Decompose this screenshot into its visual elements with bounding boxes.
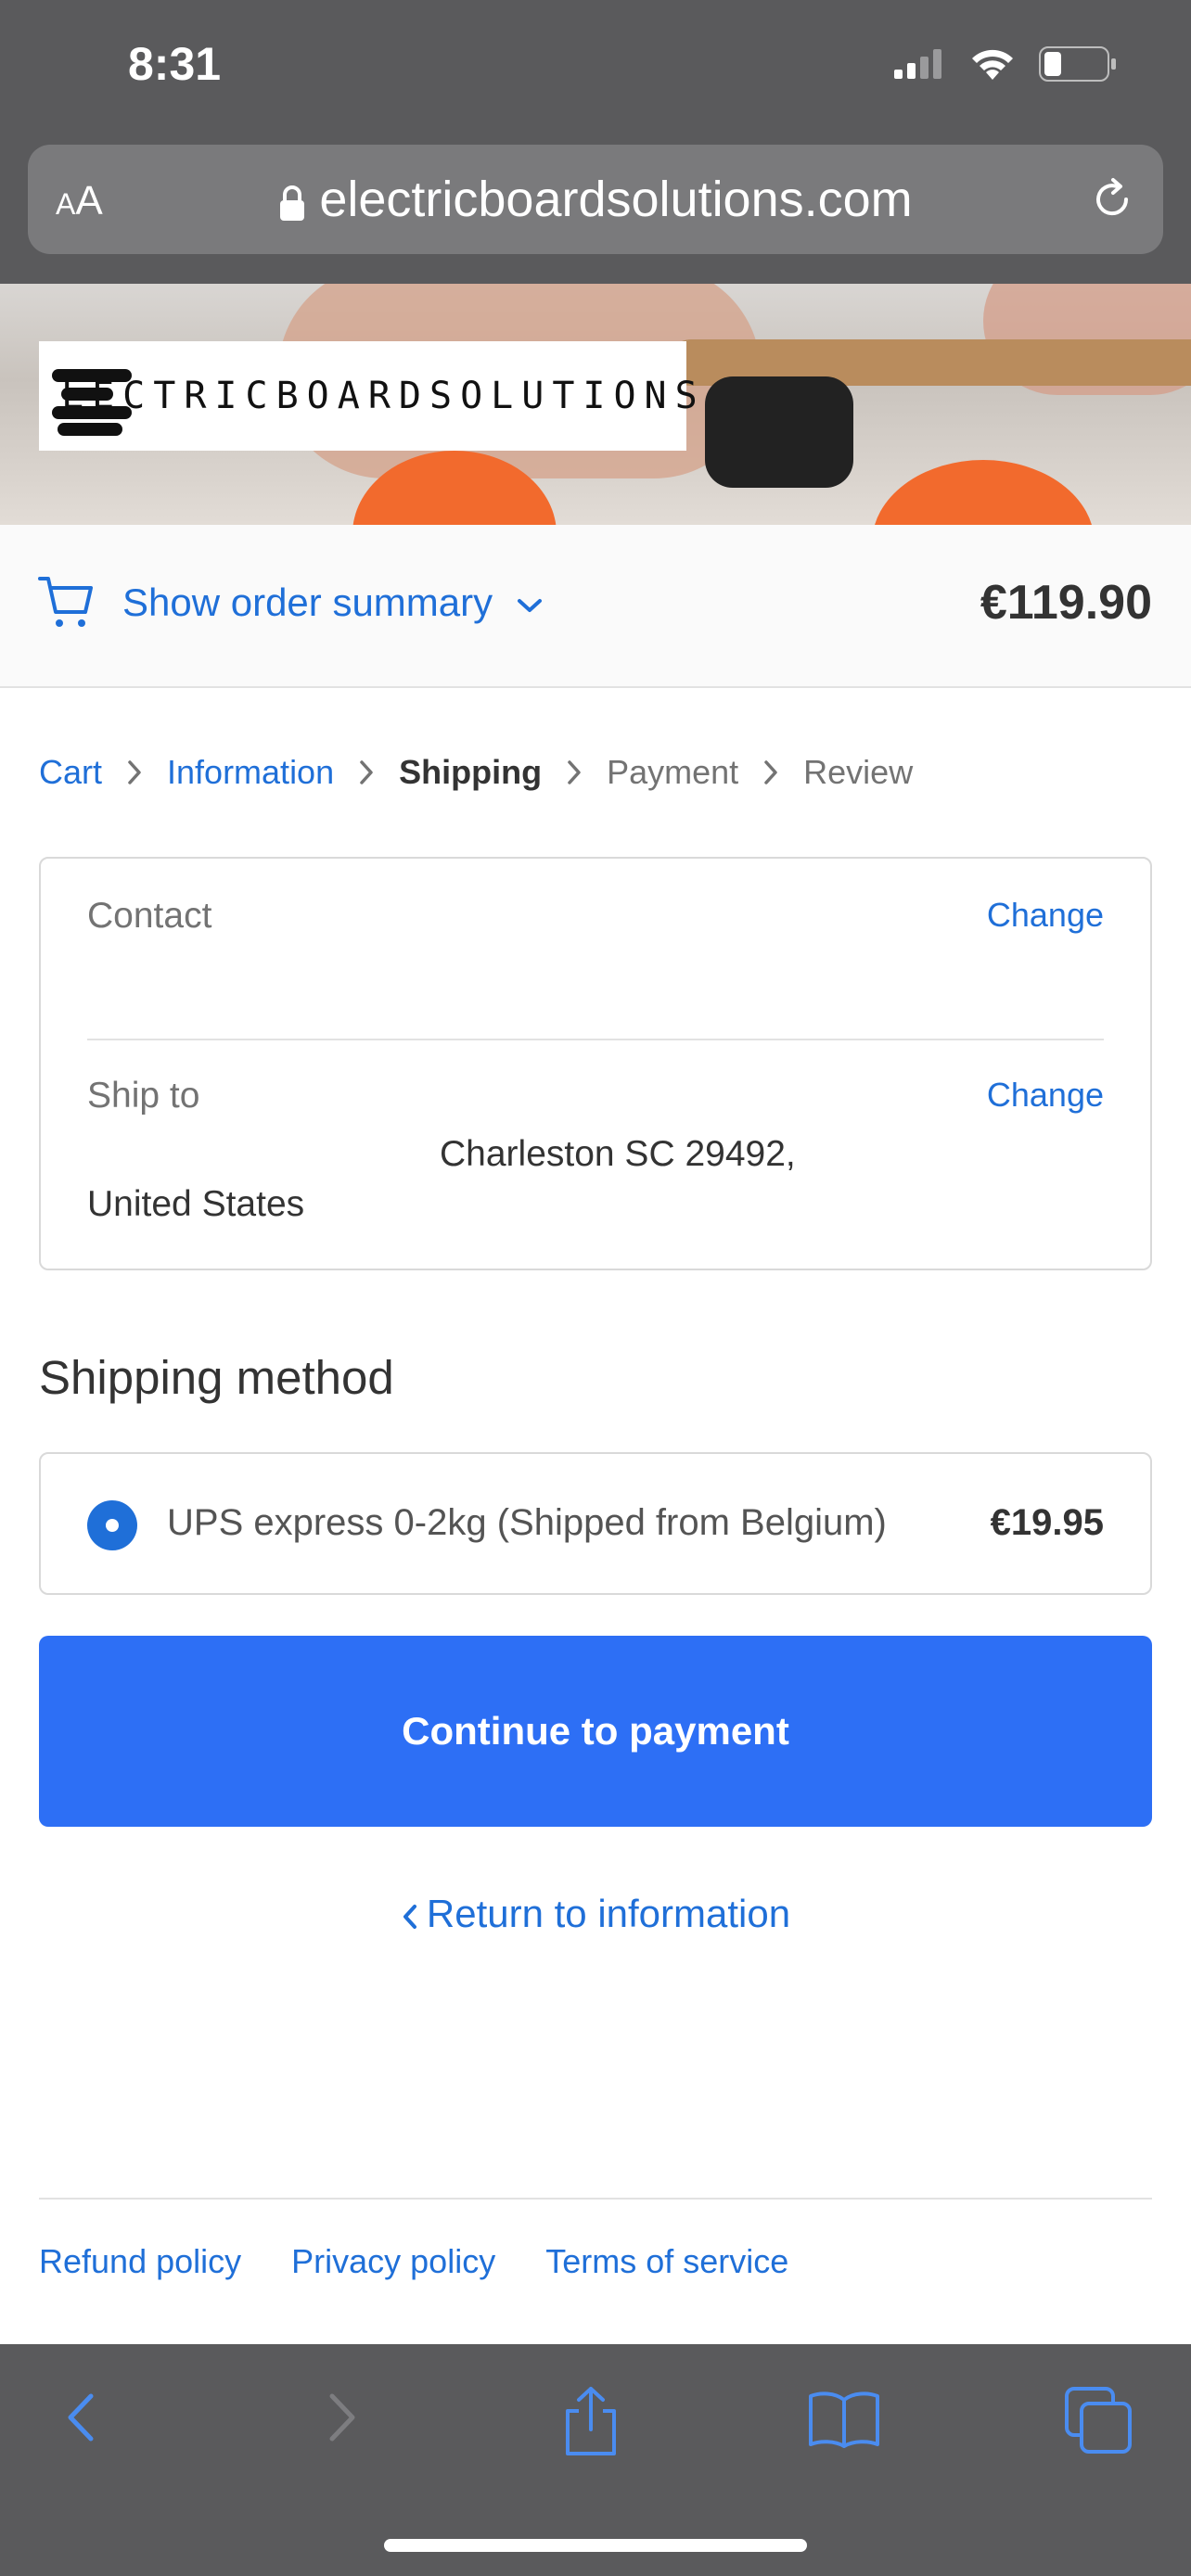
- battery-icon: [1039, 46, 1116, 82]
- chevron-right-icon: [566, 759, 583, 786]
- footer-links: Refund policy Privacy policy Terms of se…: [39, 2242, 788, 2281]
- contact-row: Contact Change: [87, 896, 1104, 1000]
- chevron-right-icon: [358, 759, 375, 786]
- wifi-icon: [972, 49, 1013, 80]
- reload-icon[interactable]: [1089, 176, 1135, 223]
- home-indicator[interactable]: [384, 2539, 807, 2552]
- chevron-right-icon: [762, 759, 779, 786]
- order-total: €119.90: [980, 576, 1152, 630]
- address-line-2: United States: [87, 1184, 305, 1224]
- store-logo[interactable]: LECTRICBOARDSOLUTIONS: [39, 341, 698, 451]
- show-order-summary-toggle[interactable]: Show order summary: [122, 580, 543, 625]
- cellular-signal-icon: [894, 49, 941, 79]
- tabs-icon[interactable]: [1063, 2385, 1133, 2455]
- back-icon[interactable]: [61, 2385, 102, 2450]
- order-summary-bar[interactable]: Show order summary €119.90: [0, 525, 1191, 688]
- breadcrumb-information[interactable]: Information: [167, 753, 334, 792]
- ship-to-change-link[interactable]: Change: [987, 1076, 1104, 1115]
- banner-photo-truck: [705, 376, 853, 488]
- checkout-breadcrumb: Cart Information Shipping Payment Review: [39, 753, 913, 792]
- chevron-left-icon: [403, 1904, 416, 1929]
- review-divider: [87, 1039, 1104, 1040]
- return-to-information-link[interactable]: Return to information: [0, 1892, 1191, 1936]
- chevron-down-icon: [517, 598, 542, 612]
- logo-text: LECTRICBOARDSOLUTIONS: [61, 375, 706, 417]
- contact-label: Contact: [87, 896, 212, 936]
- status-time: 8:31: [128, 38, 222, 90]
- status-icons: [894, 46, 1117, 82]
- address-line-1: Charleston SC 29492,: [440, 1134, 796, 1174]
- ship-to-row: Ship to Change Charleston SC 29492, Unit…: [87, 1076, 1104, 1230]
- ship-to-label: Ship to: [87, 1076, 200, 1116]
- lock-icon: [280, 185, 305, 221]
- bookmarks-icon[interactable]: [807, 2385, 881, 2450]
- breadcrumb-review: Review: [803, 753, 914, 791]
- privacy-policy-link[interactable]: Privacy policy: [291, 2242, 495, 2281]
- contact-change-link[interactable]: Change: [987, 896, 1104, 935]
- ship-to-address: Charleston SC 29492, United States: [87, 1129, 1104, 1230]
- checkout-review-box: Contact Change Ship to Change Charleston…: [39, 857, 1152, 1270]
- address-bar[interactable]: AA electricboardsolutions.com: [28, 145, 1163, 254]
- breadcrumb-shipping: Shipping: [399, 753, 543, 791]
- url-text: electricboardsolutions.com: [319, 172, 913, 227]
- continue-to-payment-button[interactable]: Continue to payment: [39, 1636, 1152, 1827]
- breadcrumb-payment: Payment: [607, 753, 739, 791]
- terms-of-service-link[interactable]: Terms of service: [545, 2242, 788, 2281]
- banner-photo-wheel-right: [872, 460, 1095, 525]
- breadcrumb-cart[interactable]: Cart: [39, 753, 102, 792]
- refund-policy-link[interactable]: Refund policy: [39, 2242, 241, 2281]
- shipping-option-radio[interactable]: [87, 1500, 137, 1550]
- forward-icon[interactable]: [321, 2385, 362, 2450]
- share-icon[interactable]: [558, 2385, 623, 2459]
- shipping-option-label: UPS express 0-2kg (Shipped from Belgium): [167, 1502, 887, 1543]
- shipping-option-price: €19.95: [990, 1502, 1104, 1543]
- chevron-right-icon: [126, 759, 143, 786]
- status-bar: 8:31: [0, 0, 1191, 139]
- shipping-option[interactable]: UPS express 0-2kg (Shipped from Belgium)…: [39, 1452, 1152, 1595]
- store-banner: LECTRICBOARDSOLUTIONS: [0, 284, 1191, 525]
- cart-icon: [38, 577, 93, 627]
- url-display[interactable]: electricboardsolutions.com: [28, 171, 1163, 228]
- contact-value-redacted: [87, 950, 1104, 1000]
- shipping-method-heading: Shipping method: [39, 1351, 394, 1404]
- footer-divider: [39, 2198, 1152, 2200]
- browser-address-area: AA electricboardsolutions.com: [0, 139, 1191, 284]
